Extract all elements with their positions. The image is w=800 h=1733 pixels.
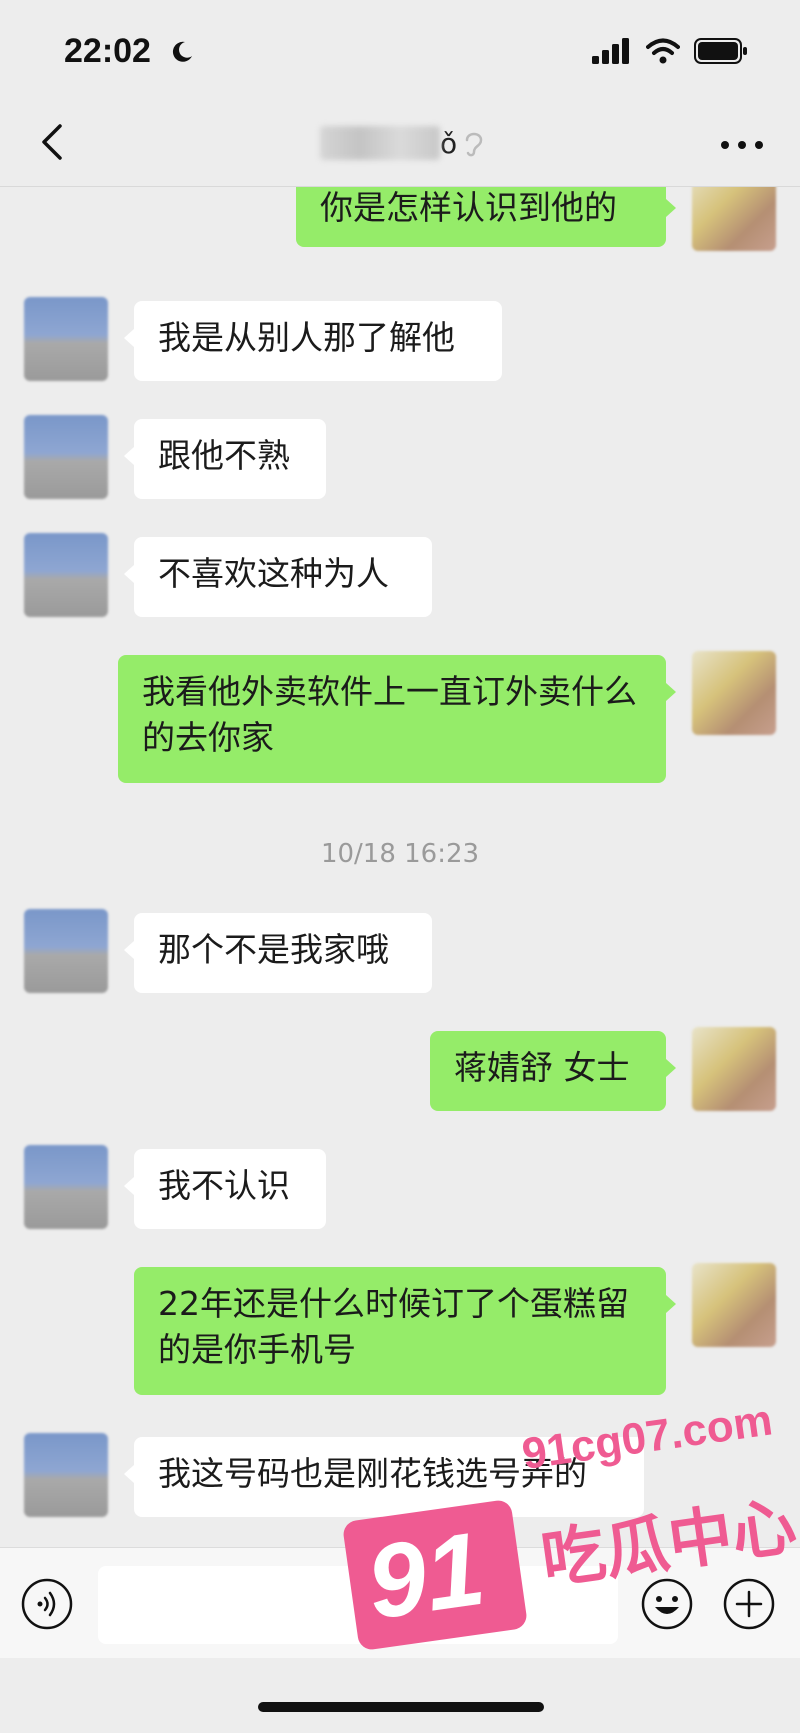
battery-icon xyxy=(694,38,747,64)
message-bubble-received[interactable]: 跟他不熟 xyxy=(124,419,326,499)
message-row: 我不认识 xyxy=(0,1145,800,1235)
message-bubble-received[interactable]: 我不认识 xyxy=(124,1149,326,1229)
message-bubble-sent[interactable]: 我看他外卖软件上一直订外卖什么的去你家 xyxy=(118,655,676,783)
back-chevron-icon[interactable] xyxy=(34,122,74,162)
contact-name-suffix: ǒ xyxy=(440,126,458,160)
watermark-name: 吃瓜中心 xyxy=(536,1489,800,1599)
watermark-number: 91 xyxy=(360,1510,492,1642)
contact-avatar[interactable] xyxy=(24,415,108,499)
message-bubble-received[interactable]: 不喜欢这种为人 xyxy=(124,537,432,617)
contact-avatar[interactable] xyxy=(24,909,108,993)
message-bubble-received[interactable]: 那个不是我家哦 xyxy=(124,913,432,993)
message-bubble-sent[interactable]: 22年还是什么时候订了个蛋糕留的是你手机号 xyxy=(134,1267,676,1395)
status-time: 22:02 xyxy=(64,32,151,70)
message-row: 我看他外卖软件上一直订外卖什么的去你家 xyxy=(0,651,800,783)
contact-name: ǒ xyxy=(320,126,487,160)
contact-avatar[interactable] xyxy=(24,1145,108,1229)
message-timestamp: 10/18 16:23 xyxy=(320,839,480,869)
wifi-icon xyxy=(646,38,680,64)
message-bubble-received[interactable]: 我是从别人那了解他 xyxy=(124,301,502,381)
my-avatar[interactable] xyxy=(692,187,776,251)
redacted-name xyxy=(320,126,440,160)
my-avatar[interactable] xyxy=(692,1027,776,1111)
moon-icon xyxy=(172,41,192,62)
watermark-logo: 91cg07.com 91 吃瓜中心 xyxy=(341,1395,800,1660)
contact-avatar[interactable] xyxy=(24,533,108,617)
my-avatar[interactable] xyxy=(692,1263,776,1347)
message-row: 我是从别人那了解他 xyxy=(0,297,800,387)
message-bubble-sent[interactable]: 你是怎样认识到他的 xyxy=(296,187,676,247)
message-row: 蒋婧舒 女士 xyxy=(0,1027,800,1117)
watermark-badge: 91 xyxy=(341,1498,529,1652)
signal-icon xyxy=(592,38,629,64)
voice-icon[interactable] xyxy=(20,1577,74,1631)
message-row: 跟他不熟 xyxy=(0,415,800,505)
home-indicator xyxy=(258,1702,544,1712)
message-list[interactable]: 你是怎样认识到他的 我是从别人那了解他 跟他不熟 不喜欢这种为人 我看他外卖软件… xyxy=(0,187,800,1547)
message-row: 你是怎样认识到他的 xyxy=(0,187,800,261)
status-icons xyxy=(592,38,748,64)
chat-header: ǒ xyxy=(0,100,800,187)
message-row: 22年还是什么时候订了个蛋糕留的是你手机号 xyxy=(0,1263,800,1395)
more-icon[interactable] xyxy=(720,140,764,150)
contact-avatar[interactable] xyxy=(24,297,108,381)
contact-avatar[interactable] xyxy=(24,1433,108,1517)
message-row: 不喜欢这种为人 xyxy=(0,533,800,623)
message-row: 那个不是我家哦 xyxy=(0,909,800,999)
message-bubble-sent[interactable]: 蒋婧舒 女士 xyxy=(430,1031,676,1111)
status-bar: 22:02 xyxy=(0,0,800,100)
ear-icon xyxy=(465,132,483,157)
my-avatar[interactable] xyxy=(692,651,776,735)
